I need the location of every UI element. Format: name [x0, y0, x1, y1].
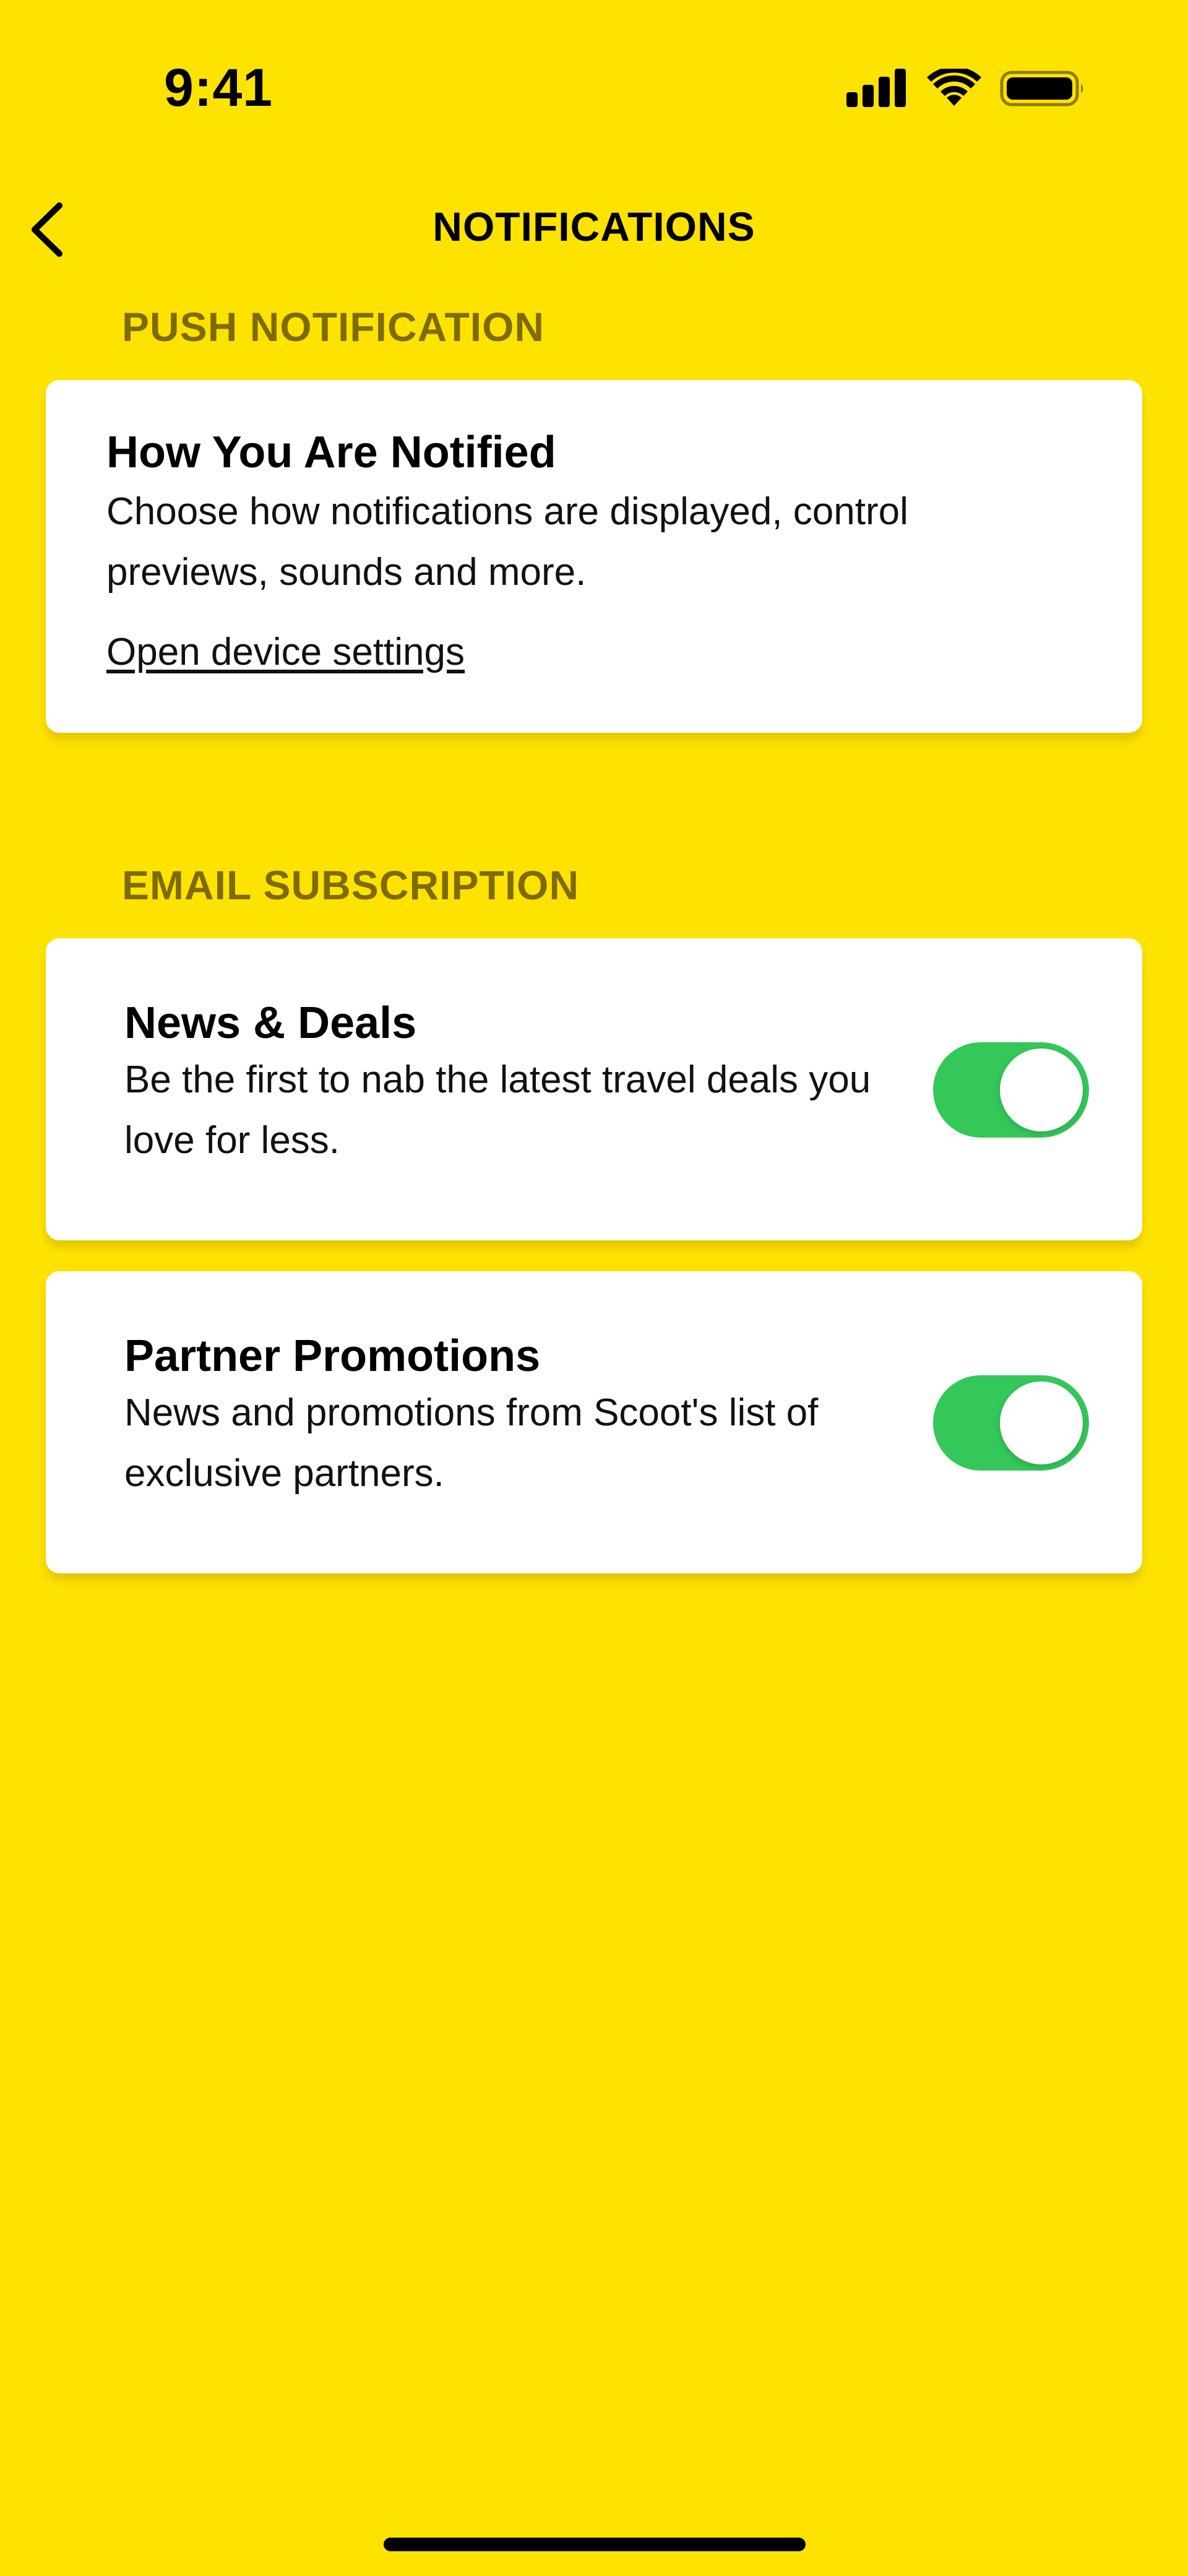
status-time: 9:41: [164, 58, 273, 118]
wifi-icon: [927, 69, 981, 106]
notification-settings-card: How You Are Notified Choose how notifica…: [46, 380, 1142, 733]
home-indicator[interactable]: [384, 2538, 806, 2551]
status-bar: 9:41: [0, 0, 1188, 179]
toggle-knob: [1000, 1381, 1083, 1464]
signal-icon: [846, 69, 906, 107]
section-header-email: EMAIL SUBSCRIPTION: [122, 862, 580, 908]
card-title: How You Are Notified: [106, 428, 556, 477]
battery-icon: [1000, 71, 1083, 106]
card-description: Choose how notifications are displayed, …: [106, 490, 908, 594]
card-description: Be the first to nab the latest travel de…: [124, 1058, 871, 1162]
card-title: News & Deals: [124, 998, 417, 1048]
news-deals-card: News & Deals Be the first to nab the lat…: [46, 938, 1142, 1240]
card-title: Partner Promotions: [124, 1331, 541, 1381]
news-deals-toggle[interactable]: [933, 1042, 1089, 1138]
partner-promotions-toggle[interactable]: [933, 1375, 1089, 1471]
toggle-knob: [1000, 1048, 1083, 1131]
section-header-push: PUSH NOTIFICATION: [122, 304, 545, 350]
nav-bar: NOTIFICATIONS: [0, 186, 1188, 272]
partner-promotions-card: Partner Promotions News and promotions f…: [46, 1271, 1142, 1573]
status-icons: [846, 67, 1087, 110]
card-description: News and promotions from Scoot's list of…: [124, 1391, 819, 1495]
open-device-settings-link[interactable]: Open device settings: [106, 628, 465, 677]
page-title: NOTIFICATIONS: [433, 204, 755, 249]
